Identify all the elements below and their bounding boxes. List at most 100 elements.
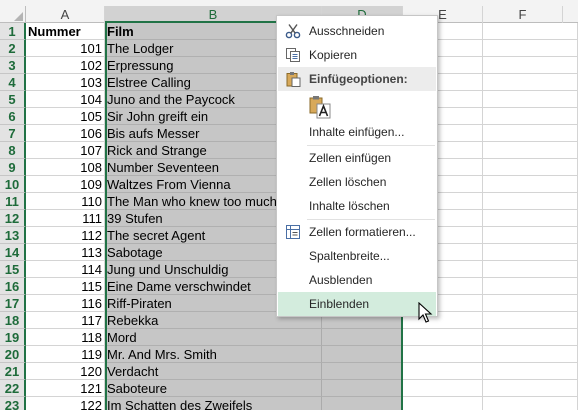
row-header[interactable]: 4 — [0, 74, 26, 91]
cell-f[interactable] — [483, 380, 578, 397]
cell-d[interactable] — [322, 363, 403, 380]
row-header[interactable]: 16 — [0, 278, 26, 295]
cell-f[interactable] — [483, 193, 578, 210]
cell-number[interactable]: 108 — [26, 159, 105, 176]
cell-film[interactable]: Saboteure — [105, 380, 322, 397]
menu-item-delete-cells[interactable]: Zellen löschen — [278, 170, 436, 194]
row-header[interactable]: 2 — [0, 40, 26, 57]
row-header[interactable]: 19 — [0, 329, 26, 346]
cell-f[interactable] — [483, 329, 578, 346]
cell-number[interactable]: 110 — [26, 193, 105, 210]
menu-item-hide[interactable]: Ausblenden — [278, 268, 436, 292]
cell-e[interactable] — [403, 397, 483, 410]
row-header[interactable]: 23 — [0, 397, 26, 410]
menu-item-unhide-label: Einblenden — [309, 297, 370, 311]
row-header[interactable]: 12 — [0, 210, 26, 227]
row-header[interactable]: 8 — [0, 142, 26, 159]
cell-f[interactable] — [483, 74, 578, 91]
paste-values-button[interactable] — [278, 93, 436, 121]
cell-number[interactable]: 101 — [26, 40, 105, 57]
cell-f[interactable] — [483, 346, 578, 363]
cell-number[interactable]: 102 — [26, 57, 105, 74]
menu-item-format-cells[interactable]: Zellen formatieren... — [278, 220, 436, 244]
cell-f1[interactable] — [483, 23, 578, 40]
cell-f[interactable] — [483, 295, 578, 312]
cell-film[interactable]: Im Schatten des Zweifels — [105, 397, 322, 410]
cell-f[interactable] — [483, 363, 578, 380]
row-header[interactable]: 17 — [0, 295, 26, 312]
cell-f[interactable] — [483, 125, 578, 142]
context-menu: Ausschneiden Kopieren Einfügeoptionen: I… — [276, 15, 438, 317]
cell-number[interactable]: 109 — [26, 176, 105, 193]
row-header[interactable]: 1 — [0, 23, 26, 40]
cell-number[interactable]: 114 — [26, 261, 105, 278]
cell-f[interactable] — [483, 108, 578, 125]
cell-number[interactable]: 116 — [26, 295, 105, 312]
cell-number[interactable]: 105 — [26, 108, 105, 125]
column-header-a[interactable]: A — [26, 6, 105, 23]
cell-f[interactable] — [483, 227, 578, 244]
menu-item-unhide[interactable]: Einblenden — [278, 292, 436, 316]
cell-number[interactable]: 120 — [26, 363, 105, 380]
row-header[interactable]: 14 — [0, 244, 26, 261]
select-all-corner[interactable] — [0, 6, 26, 23]
cell-number[interactable]: 119 — [26, 346, 105, 363]
row-header[interactable]: 7 — [0, 125, 26, 142]
cell-e[interactable] — [403, 380, 483, 397]
cell-e[interactable] — [403, 346, 483, 363]
cell-number[interactable]: 111 — [26, 210, 105, 227]
cell-f[interactable] — [483, 57, 578, 74]
cell-d[interactable] — [322, 397, 403, 410]
menu-item-insert-cells[interactable]: Zellen einfügen — [278, 146, 436, 170]
menu-item-paste-special[interactable]: Inhalte einfügen... — [278, 120, 436, 144]
cell-number[interactable]: 122 — [26, 397, 105, 410]
cell-number[interactable]: 112 — [26, 227, 105, 244]
cell-d[interactable] — [322, 346, 403, 363]
cell-f[interactable] — [483, 40, 578, 57]
cell-film[interactable]: Mr. And Mrs. Smith — [105, 346, 322, 363]
cell-number[interactable]: 104 — [26, 91, 105, 108]
column-header-f[interactable]: F — [483, 6, 563, 23]
row-header[interactable]: 22 — [0, 380, 26, 397]
cell-e[interactable] — [403, 329, 483, 346]
row-header[interactable]: 21 — [0, 363, 26, 380]
row-header[interactable]: 15 — [0, 261, 26, 278]
cell-number[interactable]: 115 — [26, 278, 105, 295]
row-header[interactable]: 11 — [0, 193, 26, 210]
row-header[interactable]: 10 — [0, 176, 26, 193]
row-header[interactable]: 18 — [0, 312, 26, 329]
row-header[interactable]: 13 — [0, 227, 26, 244]
cell-number[interactable]: 103 — [26, 74, 105, 91]
row-header[interactable]: 5 — [0, 91, 26, 108]
menu-item-clear-contents[interactable]: Inhalte löschen — [278, 194, 436, 218]
cell-number[interactable]: 106 — [26, 125, 105, 142]
cell-number[interactable]: 121 — [26, 380, 105, 397]
row-header[interactable]: 3 — [0, 57, 26, 74]
cell-d[interactable] — [322, 380, 403, 397]
cell-f[interactable] — [483, 312, 578, 329]
cell-number[interactable]: 117 — [26, 312, 105, 329]
menu-item-copy[interactable]: Kopieren — [278, 43, 436, 67]
cell-d[interactable] — [322, 329, 403, 346]
menu-item-column-width[interactable]: Spaltenbreite... — [278, 244, 436, 268]
row-header[interactable]: 20 — [0, 346, 26, 363]
cell-f[interactable] — [483, 159, 578, 176]
cell-f[interactable] — [483, 210, 578, 227]
cell-number[interactable]: 113 — [26, 244, 105, 261]
cell-f[interactable] — [483, 244, 578, 261]
cell-a1[interactable]: Nummer — [26, 23, 105, 40]
cell-f[interactable] — [483, 261, 578, 278]
row-header[interactable]: 6 — [0, 108, 26, 125]
cell-f[interactable] — [483, 278, 578, 295]
cell-f[interactable] — [483, 91, 578, 108]
cell-f[interactable] — [483, 397, 578, 410]
cell-number[interactable]: 107 — [26, 142, 105, 159]
cell-film[interactable]: Mord — [105, 329, 322, 346]
cell-number[interactable]: 118 — [26, 329, 105, 346]
menu-item-cut[interactable]: Ausschneiden — [278, 19, 436, 43]
cell-e[interactable] — [403, 363, 483, 380]
cell-film[interactable]: Verdacht — [105, 363, 322, 380]
row-header[interactable]: 9 — [0, 159, 26, 176]
cell-f[interactable] — [483, 142, 578, 159]
cell-f[interactable] — [483, 176, 578, 193]
